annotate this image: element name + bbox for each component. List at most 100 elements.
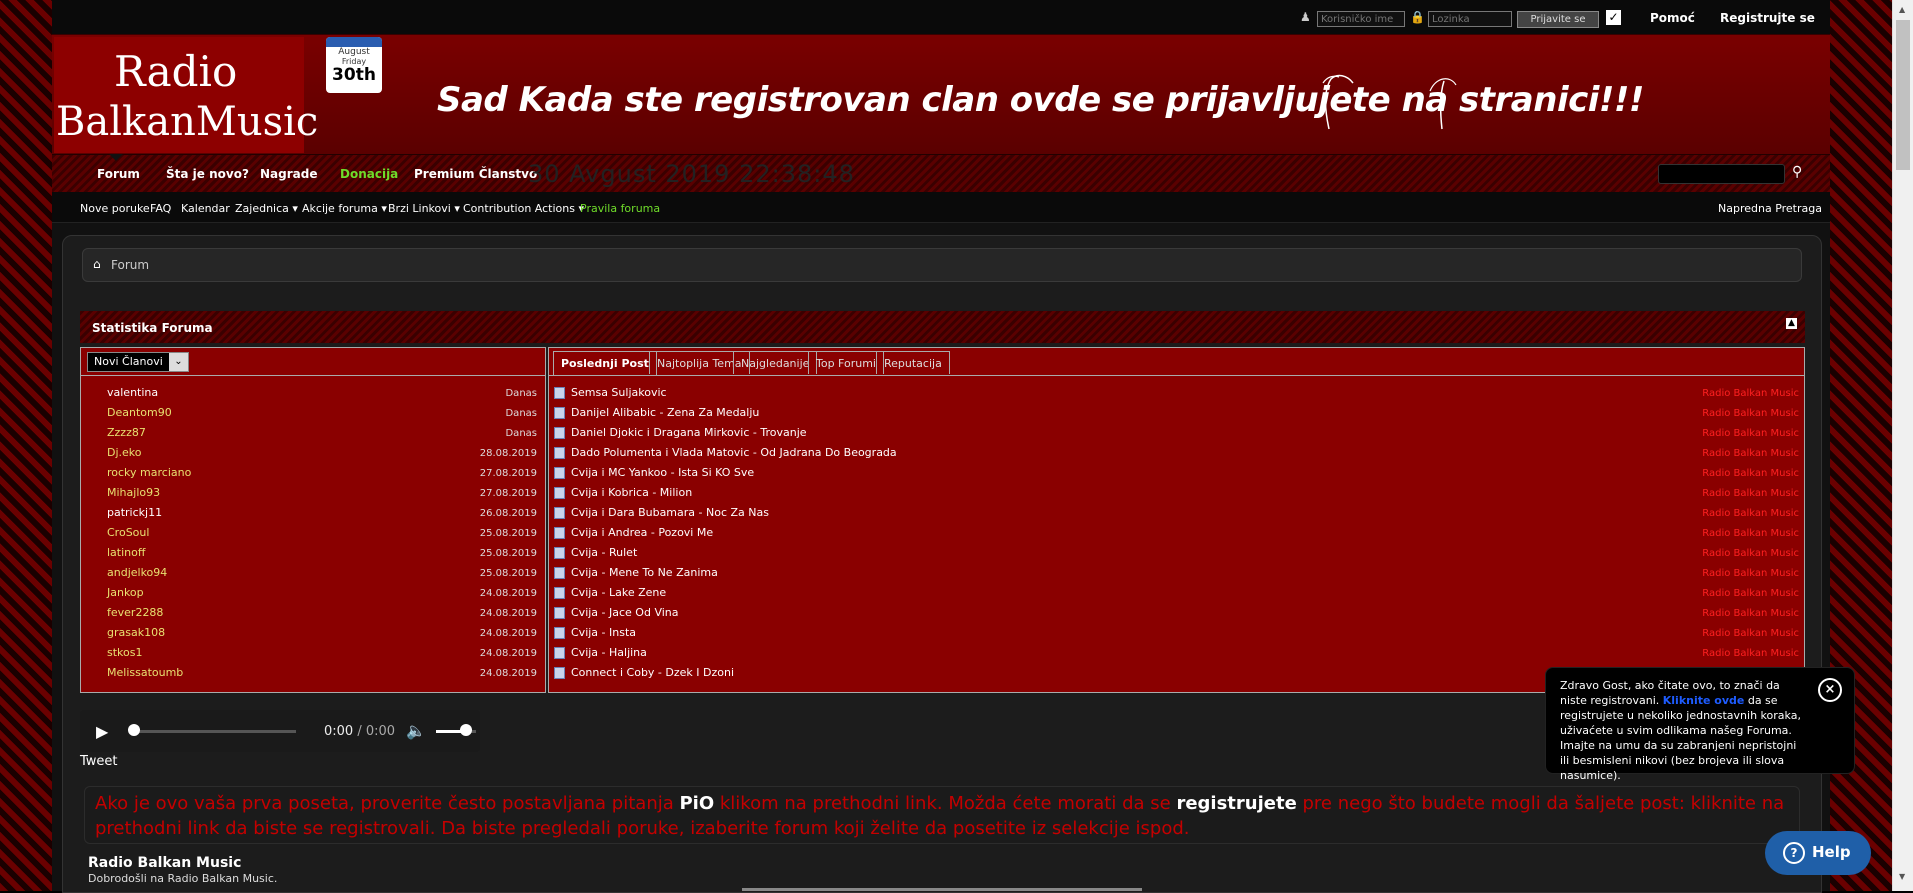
subnav-faq[interactable]: FAQ xyxy=(150,202,171,215)
calendar-month: August xyxy=(338,47,370,57)
member-name[interactable]: grasak108 xyxy=(107,626,165,639)
post-title-link[interactable]: Danijel Alibabic - Zena Za Medalju xyxy=(571,406,759,419)
scrollbar-thumb[interactable] xyxy=(1896,20,1910,170)
member-name[interactable]: valentina xyxy=(107,386,158,399)
post-row: Danijel Alibabic - Zena Za Medalju Radio … xyxy=(554,406,1799,422)
post-title-link[interactable]: Cvija i Kobrica - Milion xyxy=(571,486,692,499)
post-forum-link[interactable]: Radio Balkan Music xyxy=(1702,388,1799,399)
nav-rewards[interactable]: Nagrade xyxy=(260,167,317,181)
post-forum-link[interactable]: Radio Balkan Music xyxy=(1702,508,1799,519)
member-list-select[interactable]: Novi Članovi ⌄ xyxy=(87,352,189,372)
member-name[interactable]: rocky marciano xyxy=(107,466,191,479)
nav-donation[interactable]: Donacija xyxy=(340,167,398,181)
nav-whats-new[interactable]: Šta je novo? xyxy=(166,167,249,181)
faq-link[interactable]: PiO xyxy=(679,793,714,814)
subnav-quick-links[interactable]: Brzi Linkovi ▾ xyxy=(388,202,460,215)
breadcrumb-forum[interactable]: Forum xyxy=(111,258,149,272)
password-input[interactable] xyxy=(1428,11,1512,27)
member-name[interactable]: stkos1 xyxy=(107,646,142,659)
post-title-link[interactable]: Connect i Coby - Dzek I Dzoni xyxy=(571,666,734,679)
post-row: Cvija - Lake Zene Radio Balkan Music xyxy=(554,586,1799,602)
post-title-link[interactable]: Cvija - Lake Zene xyxy=(571,586,666,599)
post-title-link[interactable]: Daniel Djokic i Dragana Mirkovic - Trova… xyxy=(571,426,807,439)
breadcrumb: ⌂ Forum xyxy=(82,248,1802,282)
member-name[interactable]: Melissatoumb xyxy=(107,666,183,679)
collapse-icon[interactable]: ▲ xyxy=(1786,318,1797,329)
volume-handle[interactable] xyxy=(460,724,472,736)
member-row: Melissatoumb 24.08.2019 xyxy=(107,666,537,682)
post-title-link[interactable]: Cvija - Rulet xyxy=(571,546,637,559)
register-link[interactable]: Registrujte se xyxy=(1720,11,1815,25)
search-input[interactable] xyxy=(1658,164,1785,184)
subnav-forum-rules[interactable]: Pravila foruma xyxy=(580,202,660,215)
post-title-link[interactable]: Cvija i Andrea - Pozovi Me xyxy=(571,526,713,539)
post-title-link[interactable]: Semsa Suljakovic xyxy=(571,386,667,399)
remember-me-checkbox[interactable]: ✓ xyxy=(1606,10,1621,25)
play-icon[interactable]: ▶ xyxy=(96,722,108,741)
post-title-link[interactable]: Dado Polumenta i Vlada Matovic - Od Jadr… xyxy=(571,446,897,459)
post-forum-link[interactable]: Radio Balkan Music xyxy=(1702,448,1799,459)
post-title-link[interactable]: Cvija - Jace Od Vina xyxy=(571,606,679,619)
post-title-link[interactable]: Cvija i MC Yankoo - Ista Si KO Sve xyxy=(571,466,754,479)
member-name[interactable]: Deantom90 xyxy=(107,406,172,419)
nav-premium[interactable]: Premium Članstvo xyxy=(414,167,537,181)
member-name[interactable]: Mihajlo93 xyxy=(107,486,160,499)
advanced-search-link[interactable]: Napredna Pretraga xyxy=(1718,202,1822,215)
member-join-date: Danas xyxy=(505,428,537,439)
tab-poslednji-post[interactable]: Poslednji Post xyxy=(553,351,657,376)
post-forum-link[interactable]: Radio Balkan Music xyxy=(1702,628,1799,639)
subnav-contribution-actions[interactable]: Contribution Actions ▾ xyxy=(463,202,584,215)
popup-register-link[interactable]: Kliknite ovde xyxy=(1663,694,1745,707)
member-name[interactable]: CroSoul xyxy=(107,526,149,539)
member-name[interactable]: Jankop xyxy=(107,586,144,599)
post-title-link[interactable]: Cvija - Insta xyxy=(571,626,636,639)
tab-najgledanije[interactable]: Najgledanije xyxy=(733,351,818,374)
tweet-link[interactable]: Tweet xyxy=(80,754,118,769)
post-forum-link[interactable]: Radio Balkan Music xyxy=(1702,428,1799,439)
post-forum-link[interactable]: Radio Balkan Music xyxy=(1702,588,1799,599)
post-forum-link[interactable]: Radio Balkan Music xyxy=(1702,468,1799,479)
scroll-up-icon[interactable]: ▲ xyxy=(1899,5,1905,14)
member-name[interactable]: Zzzz87 xyxy=(107,426,146,439)
register-notice-link[interactable]: registrujete xyxy=(1176,793,1296,814)
site-logo[interactable]: Radio BalkanMusic xyxy=(54,37,318,153)
seek-handle[interactable] xyxy=(128,724,140,736)
chevron-down-icon[interactable]: ⌄ xyxy=(169,353,188,371)
member-name[interactable]: Dj.eko xyxy=(107,446,142,459)
post-title-link[interactable]: Cvija i Dara Bubamara - Noc Za Nas xyxy=(571,506,769,519)
close-icon[interactable]: × xyxy=(1818,678,1842,702)
post-forum-link[interactable]: Radio Balkan Music xyxy=(1702,528,1799,539)
help-button[interactable]: ? Help xyxy=(1765,831,1871,875)
post-forum-link[interactable]: Radio Balkan Music xyxy=(1702,408,1799,419)
post-forum-link[interactable]: Radio Balkan Music xyxy=(1702,548,1799,559)
member-name[interactable]: fever2288 xyxy=(107,606,163,619)
username-input[interactable] xyxy=(1317,11,1405,27)
home-icon[interactable]: ⌂ xyxy=(93,257,101,271)
member-name[interactable]: patrickj11 xyxy=(107,506,162,519)
member-row: latinoff 25.08.2019 xyxy=(107,546,537,562)
post-title-link[interactable]: Cvija - Haljina xyxy=(571,646,647,659)
post-title-link[interactable]: Cvija - Mene To Ne Zanima xyxy=(571,566,718,579)
post-forum-link[interactable]: Radio Balkan Music xyxy=(1702,608,1799,619)
scroll-down-icon[interactable]: ▼ xyxy=(1899,872,1905,881)
time-display: 0:00 / 0:00 xyxy=(324,724,396,739)
seek-bar[interactable] xyxy=(136,730,296,733)
help-link[interactable]: Pomoć xyxy=(1650,11,1695,25)
volume-icon[interactable]: 🔈 xyxy=(406,721,426,740)
subnav-community[interactable]: Zajednica ▾ xyxy=(235,202,298,215)
login-button[interactable]: Prijavite se xyxy=(1517,11,1599,28)
search-icon[interactable]: ⚲ xyxy=(1792,164,1802,180)
member-name[interactable]: latinoff xyxy=(107,546,145,559)
forum-section-title[interactable]: Radio Balkan Music xyxy=(88,855,241,871)
subnav-new-posts[interactable]: Nove poruke xyxy=(80,202,150,215)
post-forum-link[interactable]: Radio Balkan Music xyxy=(1702,488,1799,499)
subnav-forum-actions[interactable]: Akcije foruma ▾ xyxy=(302,202,387,215)
tab-reputacija[interactable]: Reputacija xyxy=(876,351,950,374)
subnav-calendar[interactable]: Kalendar xyxy=(181,202,230,215)
member-name[interactable]: andjelko94 xyxy=(107,566,167,579)
post-forum-link[interactable]: Radio Balkan Music xyxy=(1702,568,1799,579)
post-forum-link[interactable]: Radio Balkan Music xyxy=(1702,648,1799,659)
nav-forum[interactable]: Forum xyxy=(97,167,140,181)
tab-top-forumi[interactable]: Top Forumi xyxy=(808,351,884,374)
scrollbar[interactable]: ▲ ▼ xyxy=(1892,0,1913,891)
